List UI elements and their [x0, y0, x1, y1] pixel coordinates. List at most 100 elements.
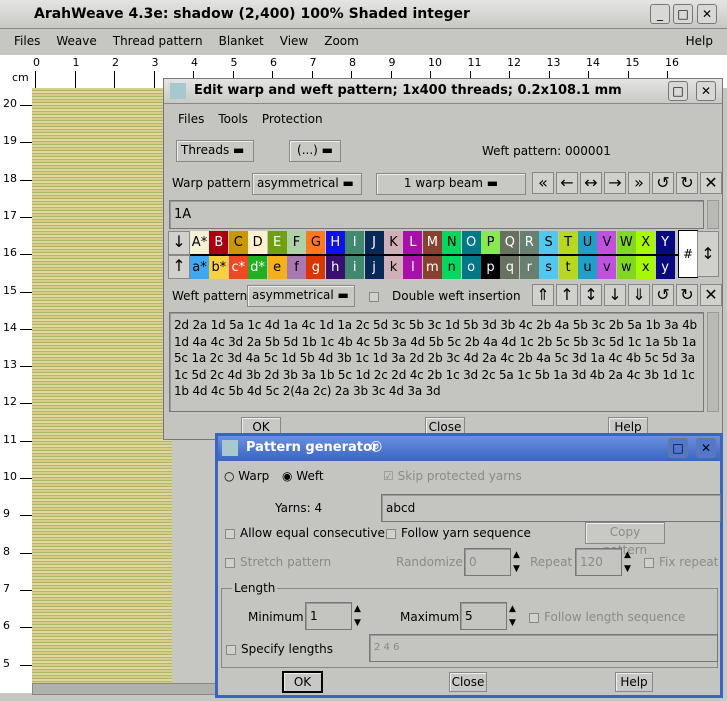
warp-pattern-input[interactable]: 1A [169, 200, 704, 229]
double-weft-checkbox[interactable]: Double weft insertion [369, 289, 521, 303]
redo-icon[interactable]: ↻ [676, 284, 698, 306]
weft-yarn-l[interactable]: l [403, 256, 423, 279]
clear-icon[interactable]: ✕ [700, 284, 722, 306]
maximize-button[interactable]: □ [673, 4, 693, 24]
menu-view[interactable]: View [280, 34, 308, 50]
warp-yarn-V[interactable]: V [597, 231, 617, 254]
undo-icon[interactable]: ↺ [652, 172, 674, 194]
double-down-icon[interactable]: ⇓ [628, 284, 650, 306]
fix-repeat-checkbox[interactable]: Fix repeat [644, 555, 718, 569]
warp-yarn-D[interactable]: D [248, 231, 268, 254]
repeat-input[interactable]: 120 [575, 548, 622, 576]
weft-yarn-f[interactable]: f [287, 256, 306, 279]
weft-yarn-j[interactable]: j [364, 256, 384, 279]
randomize-spinner[interactable]: ▲ ▼ [513, 548, 528, 578]
weft-yarn-u[interactable]: u [578, 256, 597, 279]
minimum-input[interactable]: 1 [305, 602, 352, 630]
warp-yarn-F[interactable]: F [287, 231, 306, 254]
arrow-up-icon[interactable]: ↑ [556, 284, 578, 306]
weft-scrollbar[interactable] [707, 312, 719, 412]
warp-yarn-J[interactable]: J [364, 231, 384, 254]
menu-tools[interactable]: Tools [218, 112, 248, 126]
weft-yarn-e[interactable]: e [267, 256, 287, 279]
threads-dropdown[interactable]: Threads ▬ [176, 140, 254, 162]
maximum-input[interactable]: 5 [460, 602, 507, 630]
minimum-spinner[interactable]: ▲ ▼ [354, 602, 369, 632]
horizontal-scrollbar[interactable] [32, 683, 222, 695]
copy-pattern-button[interactable]: Copy pattern [585, 522, 665, 557]
warp-yarn-P[interactable]: P [481, 231, 500, 254]
weft-yarn-d[interactable]: d* [248, 256, 268, 279]
warp-yarn-Y[interactable]: Y [655, 231, 675, 254]
warp-yarn-B[interactable]: B [209, 231, 229, 254]
weft-yarn-n[interactable]: n [442, 256, 462, 279]
close-button[interactable]: ✕ [696, 438, 716, 458]
weft-yarn-r[interactable]: r [519, 256, 539, 279]
menu-weave[interactable]: Weave [56, 34, 96, 50]
weft-yarn-s[interactable]: s [539, 256, 559, 279]
skip-protected-checkbox[interactable]: ☑ Skip protected yarns [383, 469, 522, 483]
clear-icon[interactable]: ✕ [700, 172, 722, 194]
help-button[interactable]: Help [615, 672, 653, 692]
arrow-down-icon[interactable]: ↓ [168, 231, 190, 255]
warp-yarn-I[interactable]: I [345, 231, 365, 254]
ellipsis-dropdown[interactable]: (...) ▬ [289, 140, 341, 162]
mirror-horizontal-icon[interactable]: ↔ [580, 172, 602, 194]
mirror-vertical-icon[interactable]: ↕ [580, 284, 602, 306]
warp-yarn-S[interactable]: S [539, 231, 559, 254]
menu-zoom[interactable]: Zoom [324, 34, 359, 50]
weft-yarn-q[interactable]: q [500, 256, 520, 279]
warp-yarn-N[interactable]: N [442, 231, 462, 254]
warp-yarn-C[interactable]: C [228, 231, 248, 254]
weft-radio[interactable]: ◉ Weft [282, 469, 324, 483]
warp-yarn-H[interactable]: H [325, 231, 345, 254]
warp-beam-dropdown[interactable]: 1 warp beam ▬ [376, 173, 526, 195]
weft-yarn-a[interactable]: a* [190, 256, 209, 279]
lengths-input[interactable]: 2 4 6 [369, 634, 718, 662]
yarns-input[interactable]: abcd [381, 494, 721, 522]
menu-blanket[interactable]: Blanket [219, 34, 264, 50]
weft-pattern-input[interactable]: 2d 2a 1d 5a 1c 4d 1a 4c 1d 1a 2c 5d 3c 5… [169, 312, 704, 412]
arrow-down-icon[interactable]: ↓ [604, 284, 626, 306]
warp-yarn-E[interactable]: E [267, 231, 287, 254]
redo-icon[interactable]: ↻ [676, 172, 698, 194]
maximum-spinner[interactable]: ▲ ▼ [509, 602, 524, 632]
close-button[interactable]: ✕ [697, 4, 717, 24]
arrow-up-icon[interactable]: ↑ [168, 255, 190, 279]
weft-yarn-w[interactable]: w [616, 256, 636, 279]
weft-yarn-y[interactable]: y [655, 256, 675, 279]
weft-yarn-b[interactable]: b* [209, 256, 229, 279]
weft-yarn-p[interactable]: p [481, 256, 500, 279]
maximize-button[interactable]: □ [668, 438, 688, 458]
warp-yarn-L[interactable]: L [403, 231, 423, 254]
specify-lengths-checkbox[interactable]: Specify lengths [226, 642, 333, 656]
warp-scrollbar[interactable] [707, 200, 719, 229]
weft-yarn-i[interactable]: i [345, 256, 365, 279]
warp-yarn-O[interactable]: O [461, 231, 481, 254]
weft-yarn-t[interactable]: t [558, 256, 578, 279]
menu-protection[interactable]: Protection [262, 112, 323, 126]
ok-button[interactable]: OK [282, 671, 323, 693]
weft-mode-dropdown[interactable]: asymmetrical ▬ [247, 285, 355, 307]
warp-yarn-T[interactable]: T [558, 231, 578, 254]
weft-yarn-c[interactable]: c* [228, 256, 248, 279]
menu-help[interactable]: Help [686, 34, 713, 50]
warp-yarn-X[interactable]: X [636, 231, 656, 254]
warp-yarn-R[interactable]: R [519, 231, 539, 254]
minimize-button[interactable]: _ [650, 4, 670, 24]
warp-yarn-U[interactable]: U [578, 231, 597, 254]
weft-yarn-k[interactable]: k [384, 256, 403, 279]
maximize-button[interactable]: □ [668, 81, 688, 101]
double-up-icon[interactable]: ⇑ [532, 284, 554, 306]
warp-yarn-M[interactable]: M [422, 231, 442, 254]
repeat-spinner[interactable]: ▲ ▼ [624, 548, 639, 578]
arrow-left-icon[interactable]: ← [556, 172, 578, 194]
weft-yarn-v[interactable]: v [597, 256, 617, 279]
warp-radio[interactable]: ○ Warp [224, 469, 269, 483]
undo-icon[interactable]: ↺ [652, 284, 674, 306]
warp-yarn-K[interactable]: K [384, 231, 403, 254]
double-right-icon[interactable]: » [628, 172, 650, 194]
fabric-view[interactable] [32, 88, 172, 683]
warp-yarn-A[interactable]: A* [190, 231, 209, 254]
warp-yarn-G[interactable]: G [306, 231, 326, 254]
